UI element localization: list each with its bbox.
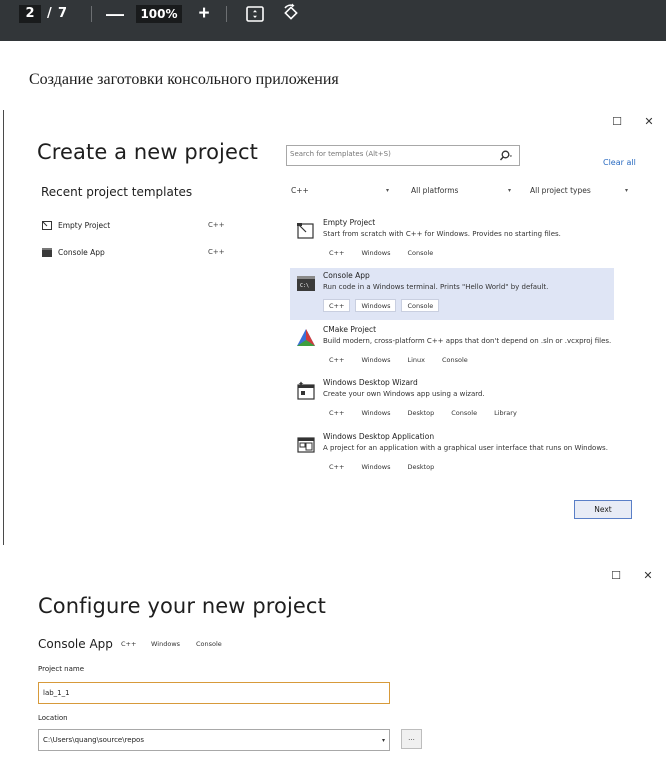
maximize-icon[interactable]: ☐ <box>610 115 624 129</box>
template-description: Build modern, cross-platform C++ apps th… <box>323 337 612 345</box>
total-pages: 7 <box>58 6 68 21</box>
clear-all-link[interactable]: Clear all <box>603 158 636 167</box>
template-tag: Windows <box>355 299 397 312</box>
location-label: Location <box>38 714 68 722</box>
template-tag: C++ <box>329 356 345 364</box>
template-tag: Windows <box>151 640 181 648</box>
dialog-title: Configure your new project <box>38 594 326 618</box>
browse-button[interactable]: ... <box>401 729 422 749</box>
template-tag: Windows <box>361 356 391 364</box>
template-tag: Linux <box>407 356 425 364</box>
recent-item-console-app[interactable]: Console App C++ <box>42 248 232 260</box>
project-type-filter-label: All project types <box>530 186 591 195</box>
template-tags: C++ Windows Desktop <box>323 460 440 473</box>
rotate-icon[interactable] <box>281 3 301 23</box>
project-name-label: Project name <box>38 665 85 673</box>
template-description: Start from scratch with C++ for Windows.… <box>323 230 561 238</box>
template-tag: Console <box>401 299 440 312</box>
empty-project-icon <box>42 221 52 230</box>
template-tag: Console <box>441 356 468 364</box>
toolbar-divider <box>91 6 92 22</box>
template-tags: C++ Windows Console <box>323 246 439 259</box>
template-windows-desktop-application[interactable]: Windows Desktop Application A project fo… <box>290 429 614 481</box>
template-tag: Library <box>494 409 517 417</box>
zoom-in-button[interactable]: + <box>194 4 214 24</box>
recent-item-language: C++ <box>208 248 225 256</box>
search-icon[interactable] <box>498 148 512 162</box>
location-field[interactable]: C:\Users\quang\source\repos ▾ <box>38 729 390 751</box>
configure-project-dialog: ☐ ✕ Configure your new project Console A… <box>3 563 663 763</box>
pdf-toolbar: 2 / 7 — 100% + <box>0 0 666 41</box>
template-tag: C++ <box>329 249 345 257</box>
template-tag: Windows <box>361 463 391 471</box>
location-value: C:\Users\quang\source\repos <box>43 736 144 744</box>
template-empty-project[interactable]: Empty Project Start from scratch with C+… <box>290 215 614 267</box>
fit-page-icon[interactable] <box>245 4 265 24</box>
platform-filter[interactable]: All platforms ▾ <box>411 186 511 200</box>
console-app-icon: C:\ <box>296 274 316 294</box>
search-templates-input[interactable]: Search for templates (Alt+S) <box>286 145 520 166</box>
svg-text:C:\: C:\ <box>300 283 309 289</box>
maximize-icon[interactable]: ☐ <box>609 569 623 583</box>
desktop-app-icon <box>296 435 316 455</box>
template-tags: C++ Windows Desktop Console Library <box>323 406 523 419</box>
template-tag: C++ <box>323 299 351 312</box>
close-icon[interactable]: ✕ <box>642 115 656 129</box>
template-tag: C++ <box>329 463 345 471</box>
template-description: Run code in a Windows terminal. Prints "… <box>323 283 549 291</box>
wizard-icon <box>296 381 316 401</box>
recent-item-label: Console App <box>58 248 105 257</box>
template-tag: C++ <box>329 409 345 417</box>
template-console-app[interactable]: C:\ Console App Run code in a Windows te… <box>290 268 614 320</box>
template-description: Create your own Windows app using a wiza… <box>323 390 485 398</box>
toolbar-divider <box>226 6 227 22</box>
page-separator: / <box>47 6 52 21</box>
template-description: A project for an application with a grap… <box>323 444 608 452</box>
template-name: Windows Desktop Wizard <box>323 378 418 387</box>
recent-item-label: Empty Project <box>58 221 111 230</box>
empty-project-icon <box>296 221 316 241</box>
template-name: Windows Desktop Application <box>323 432 435 441</box>
template-tag: Windows <box>361 249 391 257</box>
template-name: CMake Project <box>323 325 377 334</box>
project-type-filter[interactable]: All project types ▾ <box>530 186 628 200</box>
template-tags: C++ Windows Console <box>323 299 440 312</box>
recent-item-empty-project[interactable]: Empty Project C++ <box>42 221 232 233</box>
template-name: Console App <box>323 271 370 280</box>
current-page-input[interactable]: 2 <box>19 5 41 23</box>
template-cmake-project[interactable]: CMake Project Build modern, cross-platfo… <box>290 322 614 374</box>
console-app-icon <box>42 248 52 257</box>
template-tag: Windows <box>361 409 391 417</box>
create-project-dialog: ☐ ✕ Create a new project Recent project … <box>3 110 663 545</box>
language-filter-label: C++ <box>291 186 309 195</box>
project-name-field[interactable]: lab_1_1 <box>38 682 390 704</box>
chevron-down-icon: ▾ <box>507 187 511 194</box>
zoom-level-input[interactable]: 100% <box>136 5 182 23</box>
template-tag: Desktop <box>407 463 435 471</box>
zoom-out-button[interactable]: — <box>106 5 124 23</box>
template-tags: C++ Windows Linux Console <box>323 353 474 366</box>
selected-template-name: Console App <box>38 637 113 651</box>
document-heading: Создание заготовки консольного приложени… <box>29 71 339 88</box>
template-tag: Desktop <box>407 409 435 417</box>
template-name: Empty Project <box>323 218 376 227</box>
chevron-down-icon: ▾ <box>385 187 389 194</box>
template-tag: C++ <box>121 640 137 648</box>
template-tag: Console <box>407 249 434 257</box>
cmake-icon <box>296 328 316 348</box>
template-windows-desktop-wizard[interactable]: Windows Desktop Wizard Create your own W… <box>290 375 614 427</box>
platform-filter-label: All platforms <box>411 186 459 195</box>
template-tag: Console <box>451 409 478 417</box>
search-placeholder: Search for templates (Alt+S) <box>290 150 391 158</box>
recent-templates-title: Recent project templates <box>41 185 193 199</box>
chevron-down-icon: ▾ <box>624 187 628 194</box>
chevron-down-icon: ▾ <box>381 737 385 744</box>
close-icon[interactable]: ✕ <box>641 569 655 583</box>
dialog-title: Create a new project <box>37 140 258 164</box>
next-button[interactable]: Next <box>574 500 632 519</box>
language-filter[interactable]: C++ ▾ <box>291 186 389 200</box>
recent-item-language: C++ <box>208 221 225 229</box>
template-tag: Console <box>196 640 222 648</box>
